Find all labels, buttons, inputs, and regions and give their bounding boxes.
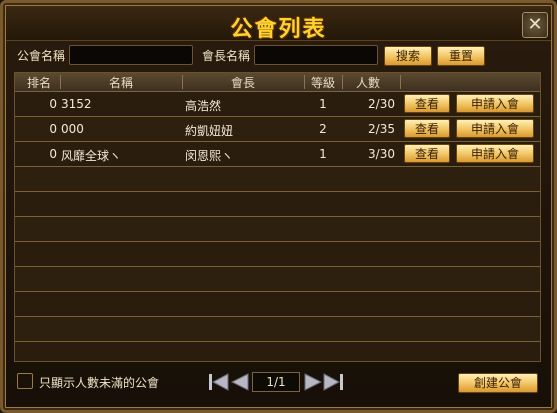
leader-name-input[interactable] xyxy=(254,45,378,65)
not-full-filter-label: 只顯示人數未滿的公會 xyxy=(39,376,160,390)
empty-row xyxy=(15,242,540,267)
header-level: 等級 xyxy=(310,76,335,90)
row-leader: 約凱妞妞 xyxy=(185,124,234,138)
header-rank: 排名 xyxy=(26,76,51,90)
apply-join-button[interactable]: 申請入會 xyxy=(456,94,534,113)
header-leader: 會長 xyxy=(230,76,255,90)
last-page-icon[interactable] xyxy=(323,373,345,391)
table-row: 0 000 約凱妞妞 2 2/35 查看 申請入會 xyxy=(15,117,540,142)
header-separator xyxy=(400,75,401,89)
search-button[interactable]: 搜索 xyxy=(384,46,432,66)
view-guild-button[interactable]: 查看 xyxy=(404,144,450,163)
guild-table: 排名 名稱 會長 等級 人數 0 3152 高浩然 1 2/30 查看 申請入會 0 000 約凱… xyxy=(14,72,541,362)
not-full-filter-checkbox[interactable] xyxy=(17,373,33,389)
leader-name-label: 會長名稱 xyxy=(202,49,251,63)
header-members: 人數 xyxy=(355,76,380,90)
page-indicator: 1/1 xyxy=(252,372,300,392)
row-members: 3/30 xyxy=(368,147,395,161)
row-rank: 0 xyxy=(49,147,57,161)
row-leader: 闵恩熙ヽ xyxy=(185,149,234,163)
row-guild-name: 000 xyxy=(61,122,84,136)
row-guild-name: 风靡全球ヽ xyxy=(61,149,122,163)
row-leader: 高浩然 xyxy=(185,99,222,113)
apply-join-button[interactable]: 申請入會 xyxy=(456,119,534,138)
guild-name-label: 公會名稱 xyxy=(17,49,66,63)
row-level: 1 xyxy=(319,147,327,161)
empty-row xyxy=(15,317,540,342)
view-guild-button[interactable]: 查看 xyxy=(404,119,450,138)
row-members: 2/30 xyxy=(368,97,395,111)
empty-row xyxy=(15,342,540,361)
window-title: 公會列表 xyxy=(230,17,327,42)
reset-button[interactable]: 重置 xyxy=(437,46,485,66)
empty-row xyxy=(15,267,540,292)
table-header: 排名 名稱 會長 等級 人數 xyxy=(15,73,540,92)
view-guild-button[interactable]: 查看 xyxy=(404,94,450,113)
create-guild-button[interactable]: 創建公會 xyxy=(458,373,538,393)
row-members: 2/35 xyxy=(368,122,395,136)
table-row: 0 3152 高浩然 1 2/30 查看 申請入會 xyxy=(15,92,540,117)
apply-join-button[interactable]: 申請入會 xyxy=(456,144,534,163)
empty-row xyxy=(15,192,540,217)
close-icon[interactable]: ✕ xyxy=(522,12,548,38)
empty-row xyxy=(15,292,540,317)
empty-row xyxy=(15,167,540,192)
table-row: 0 风靡全球ヽ 闵恩熙ヽ 1 3/30 查看 申請入會 xyxy=(15,142,540,167)
header-name: 名稱 xyxy=(108,76,133,90)
row-guild-name: 3152 xyxy=(61,97,92,111)
empty-row xyxy=(15,217,540,242)
previous-page-icon[interactable] xyxy=(230,373,250,391)
title-bar: 公會列表 xyxy=(6,6,551,42)
next-page-icon[interactable] xyxy=(303,373,323,391)
row-rank: 0 xyxy=(49,97,57,111)
guild-name-input[interactable] xyxy=(69,45,193,65)
row-level: 1 xyxy=(319,97,327,111)
row-level: 2 xyxy=(319,122,327,136)
row-rank: 0 xyxy=(49,122,57,136)
